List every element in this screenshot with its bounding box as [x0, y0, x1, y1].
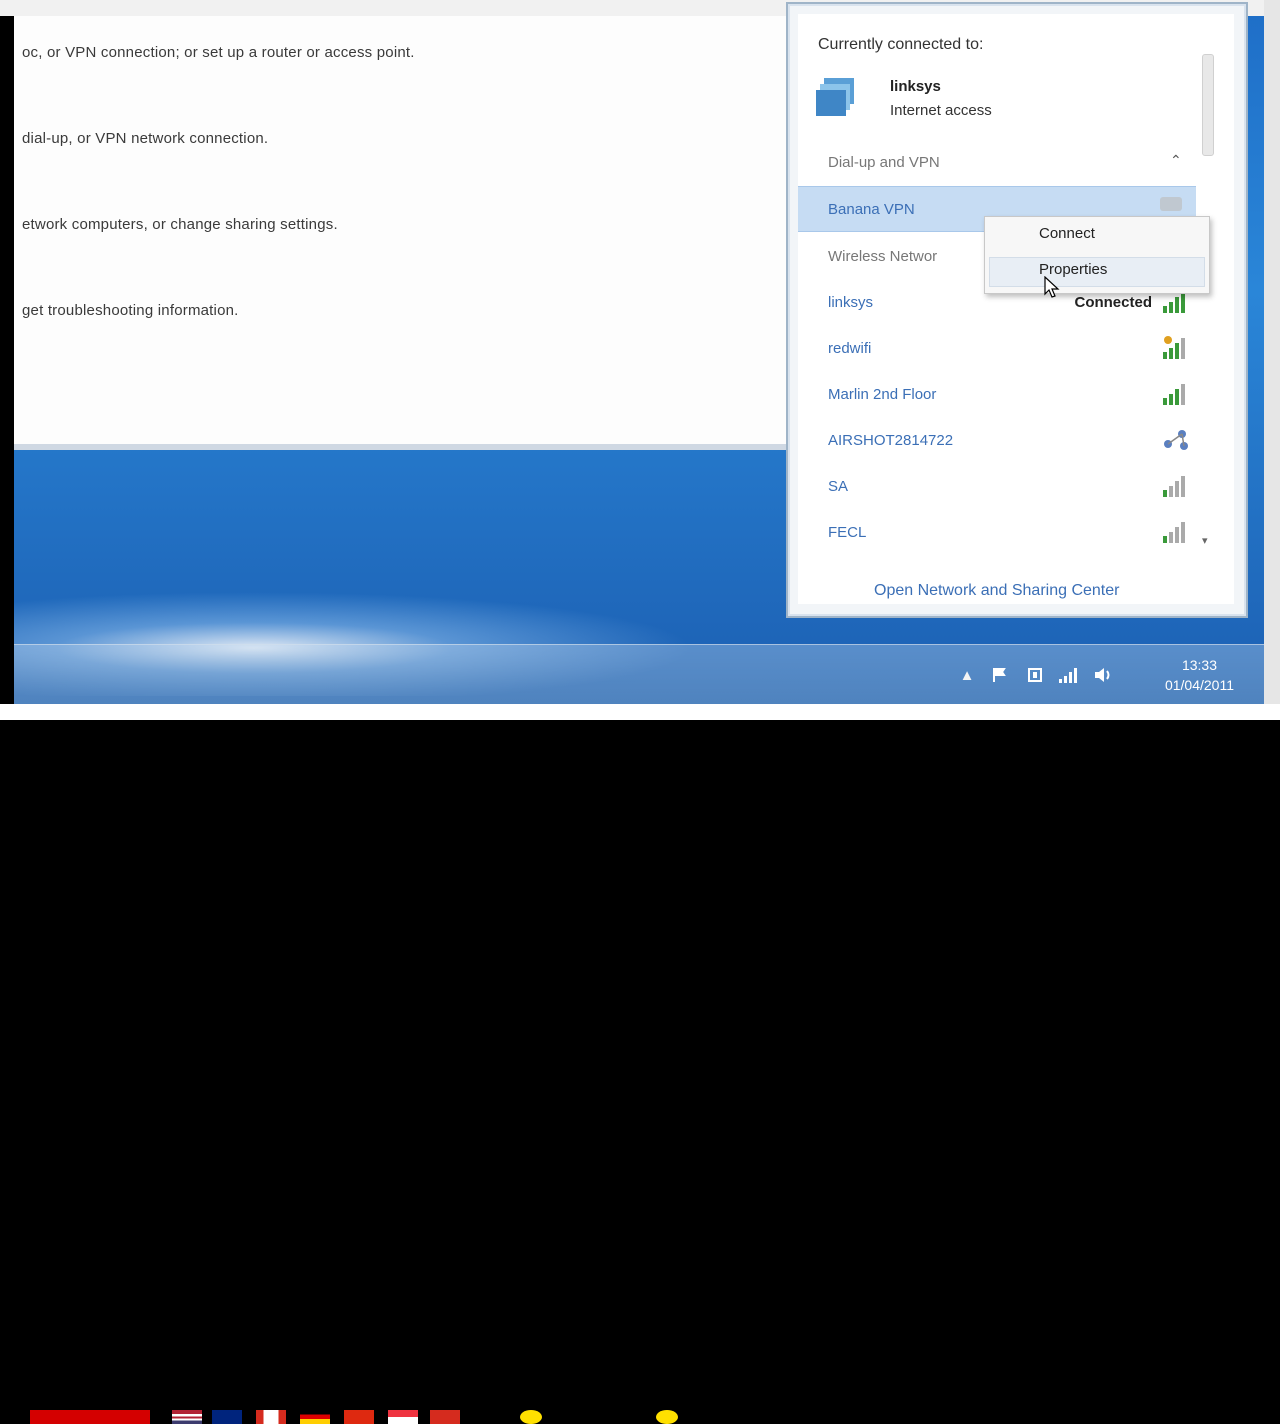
cp-task-description: dial-up, or VPN network connection.	[22, 130, 269, 147]
dialup-vpn-header[interactable]: Dial-up and VPN	[828, 154, 940, 171]
control-panel-window: oc, or VPN connection; or set up a route…	[14, 16, 804, 450]
flag-icon[interactable]	[990, 665, 1012, 685]
network-status: Connected	[1074, 294, 1152, 311]
vpn-icon	[1160, 197, 1182, 211]
network-list-item[interactable]: FECL	[798, 512, 1198, 556]
flag-icon	[300, 1410, 330, 1424]
network-list-item[interactable]: AIRSHOT2814722	[798, 420, 1198, 464]
network-icon	[816, 78, 854, 116]
wifi-bars-icon	[1163, 336, 1185, 359]
network-name: SA	[828, 478, 849, 495]
vpn-name: Banana VPN	[828, 201, 915, 218]
network-list-item[interactable]: SA	[798, 466, 1198, 510]
power-icon[interactable]	[1024, 665, 1046, 685]
sun-icon	[520, 1410, 542, 1424]
sun-icon	[656, 1410, 678, 1424]
current-network-access: Internet access	[890, 102, 992, 119]
network-name: linksys	[828, 294, 874, 311]
background-bottom-strip	[0, 704, 1280, 1424]
context-menu: Connect Properties	[984, 216, 1210, 294]
cp-task-description: oc, or VPN connection; or set up a route…	[22, 44, 415, 61]
current-network-name: linksys	[890, 78, 941, 95]
wireless-label: Wireless Networ	[828, 248, 938, 265]
open-network-sharing-center-link[interactable]: Open Network and Sharing Center	[874, 582, 1119, 600]
network-icon[interactable]	[1058, 665, 1080, 685]
cp-task-description: etwork computers, or change sharing sett…	[22, 216, 338, 233]
show-hidden-icons-button[interactable]: ▲	[956, 665, 978, 685]
flag-icon	[388, 1410, 418, 1424]
network-name: Marlin 2nd Floor	[828, 386, 937, 403]
clock-date: 01/04/2011	[1164, 677, 1234, 693]
flag-icon	[172, 1410, 202, 1424]
cp-task-description: get troubleshooting information.	[22, 302, 239, 319]
clock[interactable]: 13:33 01/04/2011	[1165, 655, 1234, 695]
collapse-icon[interactable]: ⌃	[1170, 152, 1182, 169]
flag-icon	[212, 1410, 242, 1424]
mouse-cursor-icon	[1044, 276, 1060, 298]
currently-connected-label: Currently connected to:	[818, 36, 984, 53]
adhoc-network-icon	[1164, 430, 1188, 450]
scrollbar-thumb[interactable]	[1202, 54, 1214, 156]
flag-icon	[430, 1410, 460, 1424]
flag-icon	[30, 1410, 150, 1424]
flag-icon	[344, 1410, 374, 1424]
network-list-item[interactable]: redwifi	[798, 328, 1198, 372]
scroll-down-icon[interactable]: ▾	[1202, 534, 1208, 547]
network-name: AIRSHOT2814722	[828, 432, 954, 449]
network-list-item[interactable]: Marlin 2nd Floor	[798, 374, 1198, 418]
flag-icon	[256, 1410, 286, 1424]
network-flyout: Currently connected to: linksys Internet…	[786, 2, 1248, 618]
wifi-bars-icon	[1163, 476, 1185, 497]
taskbar: ▲ 13:33 01/04/2011	[14, 644, 1264, 704]
network-name: FECL	[828, 524, 867, 541]
wifi-bars-icon	[1163, 522, 1185, 543]
network-name: redwifi	[828, 340, 872, 357]
background-right-strip	[1264, 0, 1280, 720]
wifi-bars-icon	[1163, 384, 1185, 405]
speaker-icon[interactable]	[1092, 665, 1114, 685]
system-tray: ▲	[956, 665, 1114, 685]
network-flyout-panel: Currently connected to: linksys Internet…	[798, 14, 1234, 604]
clock-time: 13:33	[1181, 657, 1217, 673]
connect-menu-item[interactable]: Connect	[1039, 225, 1095, 242]
